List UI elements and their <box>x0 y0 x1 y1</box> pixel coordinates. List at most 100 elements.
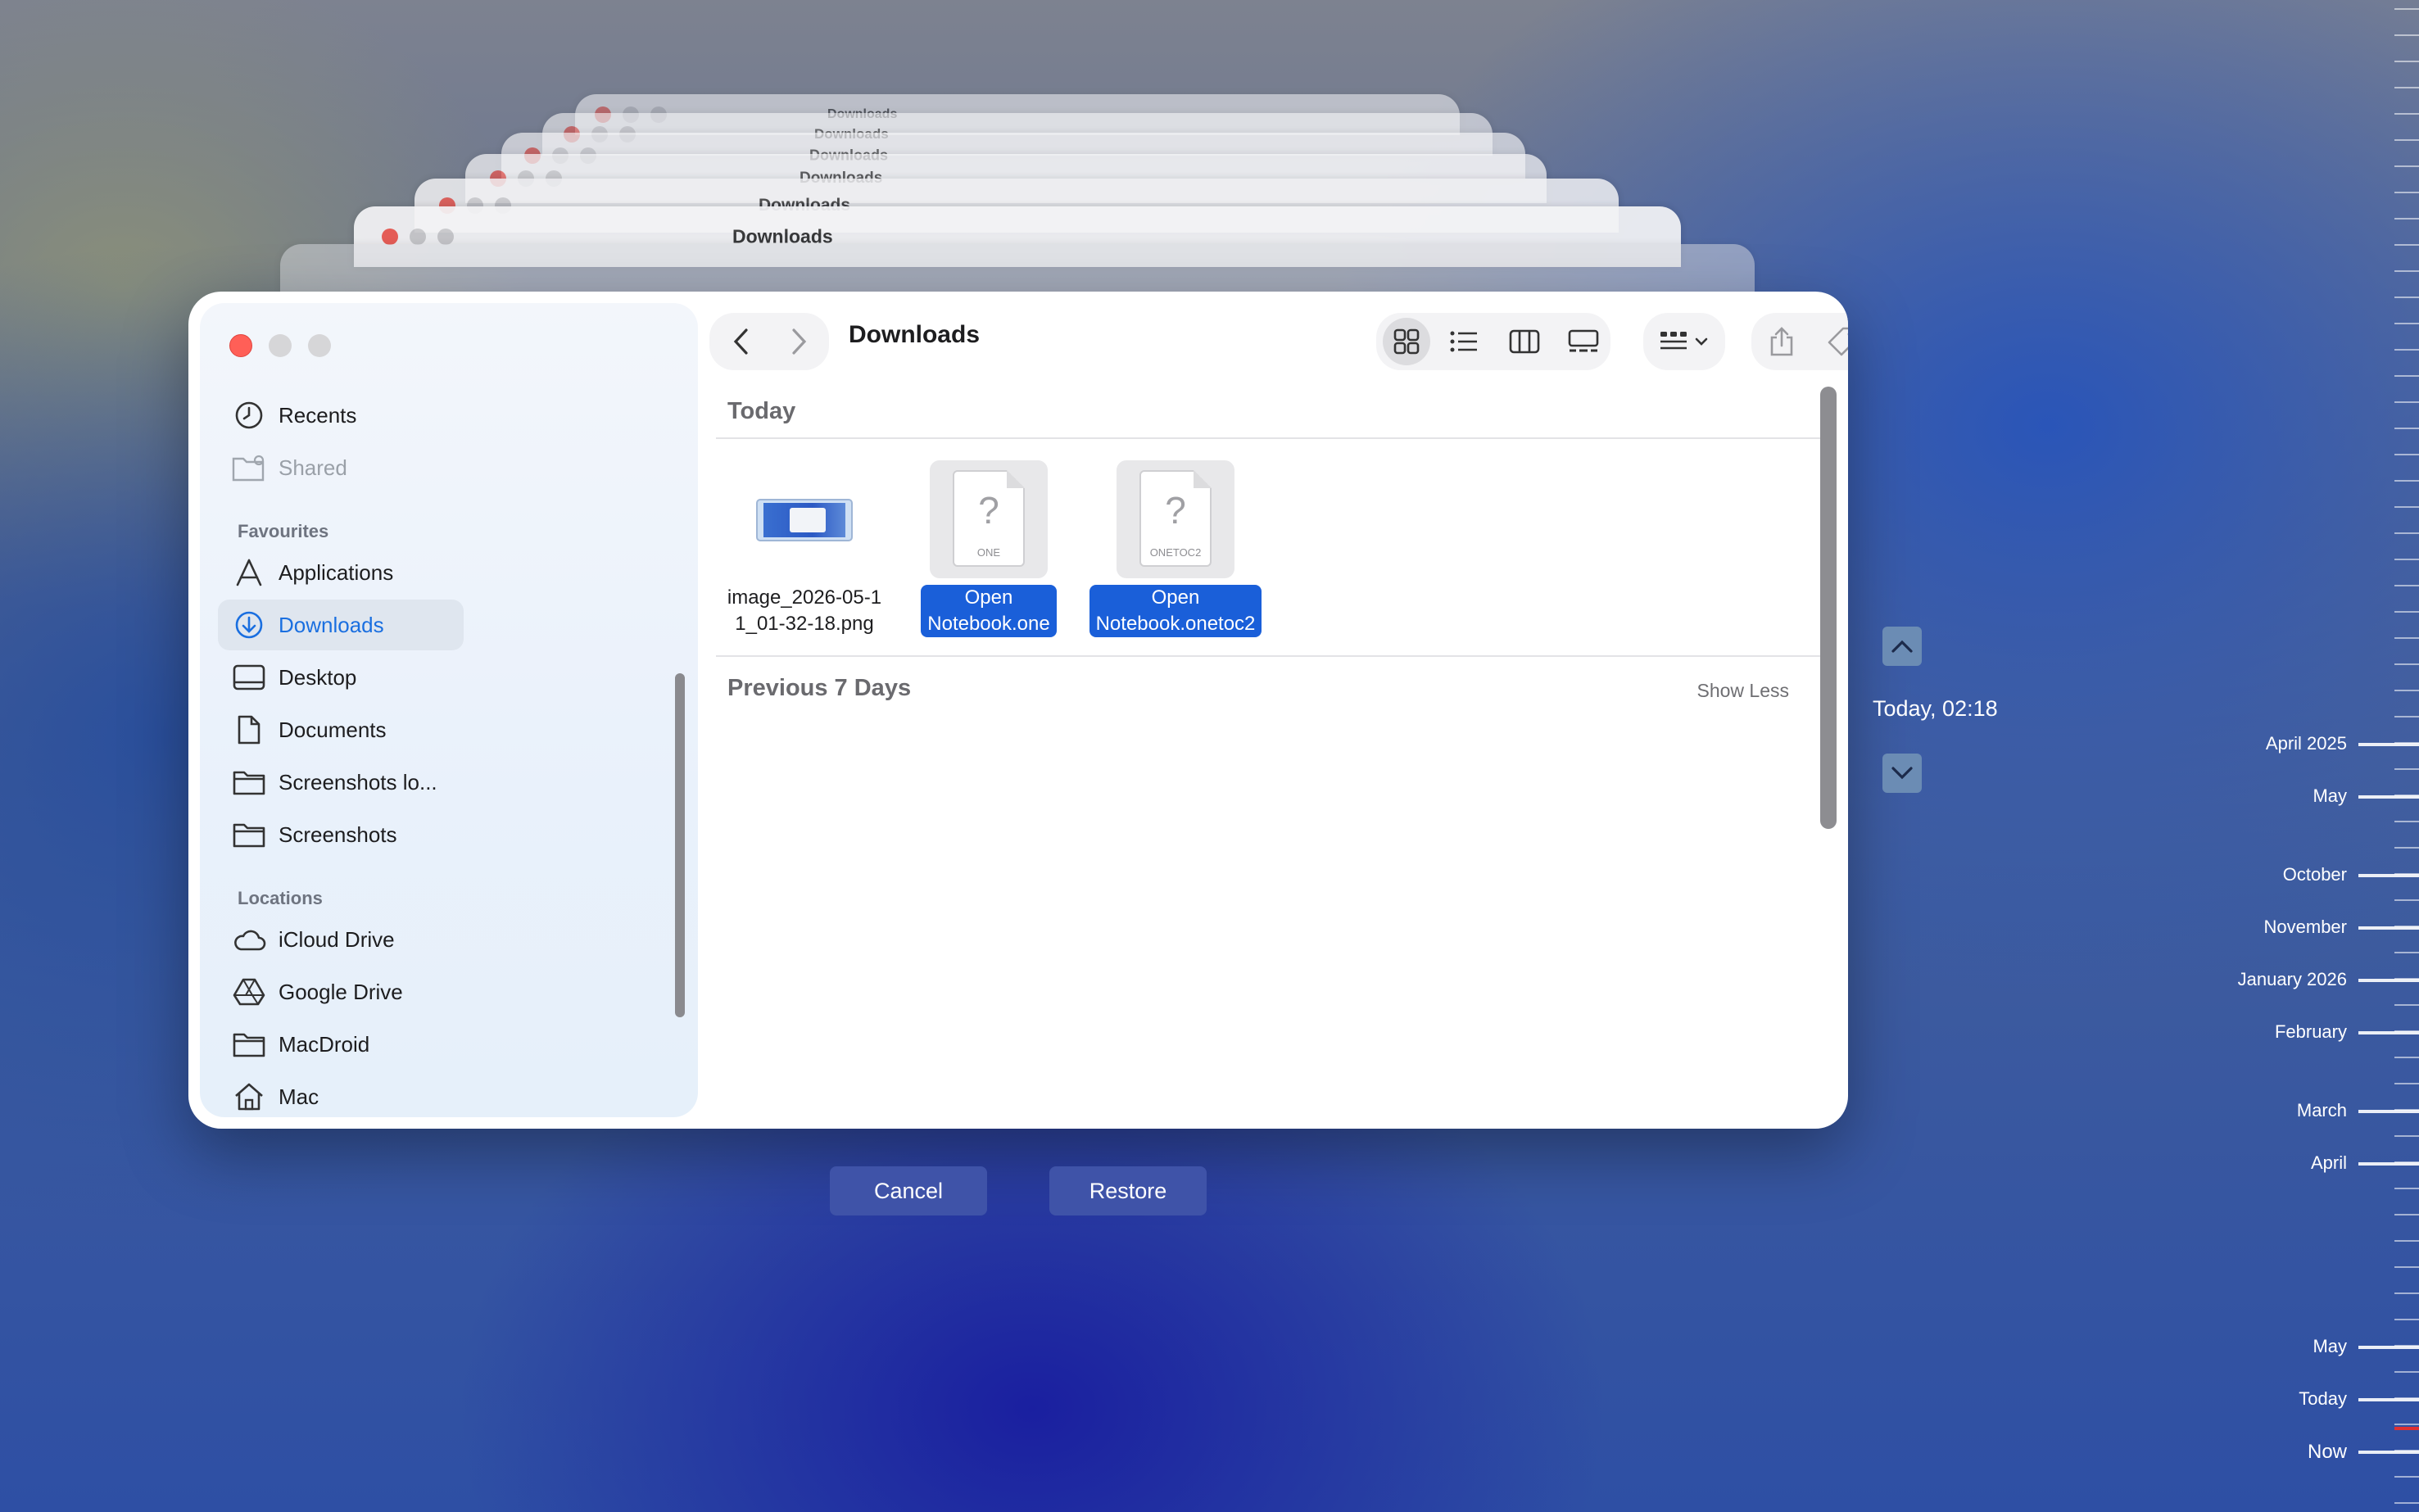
sidebar-item-label: MacDroid <box>279 1031 370 1057</box>
sidebar-item-mac[interactable]: Mac <box>218 1071 664 1122</box>
sidebar-item-desktop[interactable]: Desktop <box>218 652 664 703</box>
time-forward-button[interactable] <box>1882 754 1922 793</box>
timeline-major-tick <box>2358 1162 2419 1166</box>
timeline-label[interactable]: May <box>2313 1336 2347 1357</box>
timeline-tick <box>2394 532 2419 534</box>
close-button[interactable] <box>229 334 252 357</box>
timeline-tick <box>2394 559 2419 560</box>
group-by-button[interactable] <box>1653 321 1719 362</box>
timeline-label[interactable]: Today <box>2299 1388 2347 1410</box>
sidebar-item-icloud-drive[interactable]: iCloud Drive <box>218 914 664 965</box>
time-backward-button[interactable] <box>1882 627 1922 666</box>
file-item-notebook-one[interactable]: ? ONE Open Notebook.one <box>882 460 1095 637</box>
timeline-tick <box>2394 847 2419 849</box>
timeline-major-tick <box>2358 979 2419 982</box>
chevron-right-icon <box>792 328 807 355</box>
sidebar-item-macdroid[interactable]: MacDroid <box>218 1019 664 1070</box>
timeline-major-tick <box>2358 874 2419 877</box>
content-scrollbar[interactable] <box>1820 387 1837 829</box>
current-snapshot-time: Today, 02:18 <box>1873 696 1998 721</box>
column-view-button[interactable] <box>1504 321 1545 362</box>
timeline-major-tick <box>2358 926 2419 930</box>
timeline-tick <box>2394 139 2419 141</box>
sidebar: Recents Shared Favourites Applications D… <box>200 303 698 1117</box>
timeline[interactable]: April 2025 May October November January 2026… <box>2195 0 2419 1512</box>
timeline-tick <box>2394 690 2419 691</box>
timeline-tick <box>2394 349 2419 351</box>
sidebar-item-label: Screenshots lo... <box>279 769 437 794</box>
timeline-label[interactable]: May <box>2313 785 2347 807</box>
timeline-tick <box>2394 297 2419 298</box>
timeline-label[interactable]: April 2025 <box>2266 733 2347 754</box>
show-less-button[interactable]: Show Less <box>1696 680 1789 702</box>
back-button[interactable] <box>719 319 763 364</box>
document-thumbnail: ? ONE <box>930 460 1048 578</box>
timeline-major-tick <box>2358 1398 2419 1401</box>
window-controls <box>229 334 331 357</box>
sidebar-item-label: Screenshots <box>279 822 397 847</box>
timeline-tick <box>2394 244 2419 246</box>
sidebar-item-applications[interactable]: Applications <box>218 547 664 598</box>
file-browser: Today image_2026-05-1 1_01-32-18.png ? ON… <box>698 382 1837 1106</box>
restore-button[interactable]: Restore <box>1049 1166 1207 1215</box>
tag-button[interactable] <box>1822 321 1848 362</box>
grid-icon <box>1393 328 1420 355</box>
sidebar-item-recents[interactable]: Recents <box>218 390 664 441</box>
timeline-now-marker <box>2394 1427 2419 1430</box>
timeline-label[interactable]: November <box>2264 917 2347 938</box>
cancel-button[interactable]: Cancel <box>830 1166 987 1215</box>
icon-view-button[interactable] <box>1386 321 1427 362</box>
share-button[interactable] <box>1761 321 1802 362</box>
download-circle-icon <box>224 600 274 650</box>
timeline-tick <box>2394 1319 2419 1320</box>
timeline-tick <box>2394 1266 2419 1268</box>
locations-heading: Locations <box>238 888 323 908</box>
sidebar-item-label: Desktop <box>279 664 357 690</box>
sidebar-item-screenshots-location[interactable]: Screenshots lo... <box>218 757 664 808</box>
timeline-tick <box>2394 899 2419 901</box>
file-name: image_2026-05-1 1_01-32-18.png <box>727 586 882 635</box>
timeline-label[interactable]: March <box>2297 1100 2347 1121</box>
timeline-label[interactable]: February <box>2275 1021 2347 1043</box>
applications-icon <box>224 547 274 598</box>
timeline-tick <box>2394 821 2419 822</box>
sidebar-item-downloads[interactable]: Downloads <box>218 600 464 650</box>
list-view-button[interactable] <box>1443 321 1484 362</box>
sidebar-item-documents[interactable]: Documents <box>218 704 664 755</box>
timeline-tick <box>2394 952 2419 953</box>
file-item-image[interactable]: image_2026-05-1 1_01-32-18.png <box>698 460 911 637</box>
timeline-major-tick <box>2358 1110 2419 1113</box>
timeline-tick <box>2394 611 2419 613</box>
file-name: Open Notebook.one <box>921 585 1057 637</box>
sidebar-item-screenshots[interactable]: Screenshots <box>218 809 664 860</box>
section-heading-today: Today <box>727 398 796 424</box>
timeline-major-tick <box>2358 795 2419 799</box>
timeline-tick <box>2394 1057 2419 1058</box>
sidebar-scrollbar[interactable] <box>675 673 685 1017</box>
timeline-tick <box>2394 323 2419 324</box>
timeline-major-tick <box>2358 1346 2419 1349</box>
file-item-notebook-onetoc2[interactable]: ? ONETOC2 Open Notebook.onetoc2 <box>1069 460 1282 637</box>
timeline-major-tick <box>2358 1031 2419 1034</box>
unknown-document-icon: ? ONE <box>953 470 1025 567</box>
timeline-label[interactable]: January 2026 <box>2238 969 2347 990</box>
gallery-view-button[interactable] <box>1563 321 1604 362</box>
home-icon <box>224 1071 274 1122</box>
timeline-tick <box>2394 428 2419 429</box>
zoom-button[interactable] <box>308 334 331 357</box>
tag-icon <box>1828 327 1848 356</box>
gallery-icon <box>1568 329 1599 352</box>
toolbar: Downloads <box>698 292 1848 382</box>
sidebar-item-shared[interactable]: Shared <box>218 442 664 493</box>
share-icon <box>1770 327 1793 356</box>
timeline-tick <box>2394 454 2419 455</box>
timeline-label[interactable]: October <box>2283 864 2347 885</box>
minimize-button[interactable] <box>269 334 292 357</box>
timeline-major-tick <box>2358 743 2419 746</box>
timeline-label[interactable]: Now <box>2308 1441 2347 1464</box>
timeline-tick <box>2394 663 2419 665</box>
sidebar-item-google-drive[interactable]: Google Drive <box>218 967 664 1017</box>
forward-button[interactable] <box>777 319 821 364</box>
timeline-label[interactable]: April <box>2311 1152 2347 1174</box>
timeline-tick <box>2394 768 2419 770</box>
